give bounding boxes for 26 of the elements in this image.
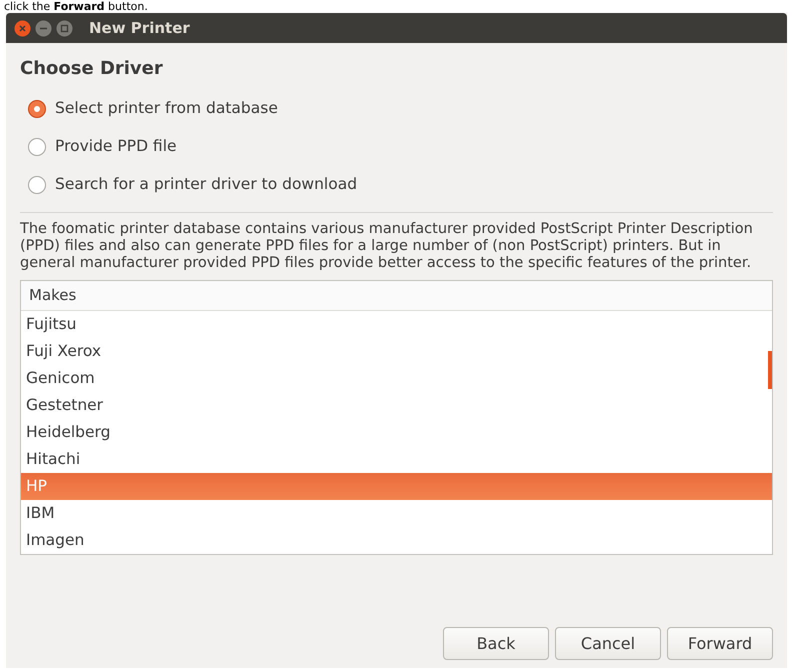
description-text: The foomatic printer database contains various manufacturer provided PostScript Printer Description (PPD) files and also can generate PPD files for a large number of (non PostScript) printers. But in general manufacturer provided PPD files provide better access to the specific features of the printer.	[20, 221, 754, 272]
make-row[interactable]: Gestetner	[21, 392, 772, 419]
make-row[interactable]: Heidelberg	[21, 419, 772, 446]
make-row[interactable]: Fuji Xerox	[21, 338, 772, 365]
dialog-button[interactable]: Forward	[667, 627, 773, 660]
caption-text: click the Forward button.	[3, 0, 149, 13]
option-label[interactable]: Provide PPD file	[55, 135, 177, 159]
radio-button[interactable]	[28, 176, 46, 194]
heading: Choose Driver	[20, 57, 164, 81]
make-row[interactable]: Hitachi	[21, 446, 772, 473]
radio-button[interactable]	[28, 100, 46, 118]
option-label[interactable]: Search for a printer driver to download	[55, 173, 358, 197]
minimize-icon[interactable]	[35, 20, 52, 36]
option-label[interactable]: Select printer from database	[55, 97, 278, 121]
make-row[interactable]: Fujitsu	[21, 311, 772, 338]
make-row[interactable]: IBM	[21, 500, 772, 527]
close-icon[interactable]	[14, 20, 31, 36]
make-row[interactable]: Genicom	[21, 365, 772, 392]
scrollbar-indicator[interactable]	[768, 351, 772, 389]
dialog-button[interactable]: Back	[443, 627, 549, 660]
column-header[interactable]: Makes	[21, 281, 772, 311]
window-title: New Printer	[89, 18, 190, 39]
maximize-icon[interactable]	[56, 20, 73, 36]
dialog-button[interactable]: Cancel	[555, 627, 661, 660]
make-row[interactable]: Imagen	[21, 527, 772, 554]
radio-button[interactable]	[28, 138, 46, 156]
